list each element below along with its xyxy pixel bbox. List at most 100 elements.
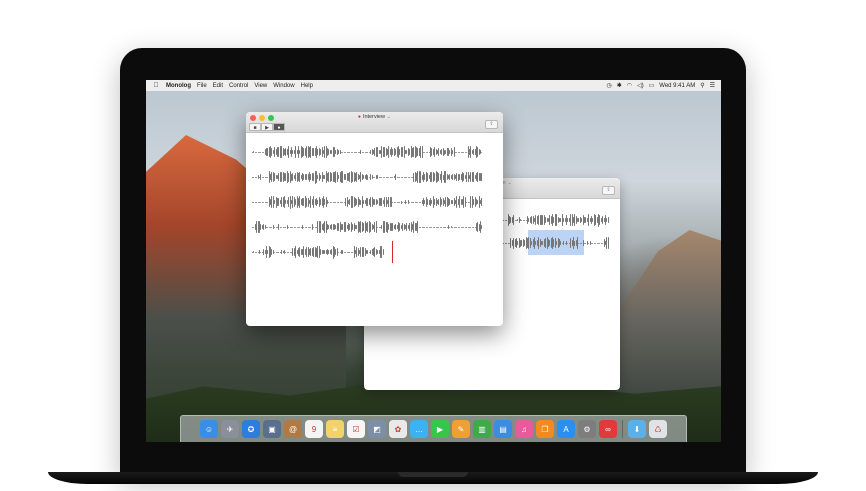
dock-pages-icon[interactable]: ✎ [452,420,470,438]
waveform-bar [320,198,322,206]
waveform-row[interactable] [502,236,614,250]
waveform-bar [352,195,354,209]
waveform-bar [352,224,354,230]
desktop-screen:  Monolog File Edit Control View Window … [146,80,721,442]
waveform-row[interactable] [502,213,614,227]
waveform-bar [352,251,354,253]
search-icon[interactable]: ⚲ [700,82,704,89]
waveform-bar [513,237,515,249]
list-icon[interactable]: ☰ [710,82,715,89]
dock-finder-icon[interactable]: ☺ [200,420,218,438]
time-machine-icon[interactable]: ◷ [606,82,611,89]
recording-dot-icon: ● [357,114,361,120]
dock-monolog-icon[interactable]: ∞ [599,420,617,438]
waveform-row[interactable] [252,245,390,259]
waveform-bar [441,226,443,228]
waveform-bar [384,220,386,234]
wifi-icon[interactable]: ◠ [627,82,632,89]
waveform-bar [513,215,515,225]
waveform-bar [384,176,386,178]
apple-logo-icon[interactable]:  [152,82,160,89]
dock-system-preferences-icon[interactable]: ⚙ [578,420,596,438]
interview-window[interactable]: ● Interview ⌄ ■ ▶ ● ⇪ [246,112,503,326]
waveform-bar [384,197,386,207]
waveform-bar [473,198,475,206]
waveform-bar [441,199,443,205]
dock-separator [622,420,623,438]
menu-clock[interactable]: Wed 9:41 AM [659,83,695,89]
dock-facetime-icon[interactable]: ▶ [431,420,449,438]
waveform-bar [295,198,297,206]
waveform-bar [263,176,265,178]
menu-item-window[interactable]: Window [273,83,294,89]
waveform-bar [602,215,604,225]
share-icon[interactable]: ⇪ [485,120,498,129]
waveform-bar [295,172,297,182]
waveform-bar [263,249,265,255]
waveform-bar [409,149,411,155]
dock-preview-icon[interactable]: ◩ [368,420,386,438]
menu-app-name[interactable]: Monolog [166,83,191,89]
dock-downloads-icon[interactable]: ⬇ [628,420,646,438]
dock-numbers-icon[interactable]: ▥ [473,420,491,438]
waveform-bar [352,172,354,182]
dock-reminders-icon[interactable]: ☑ [347,420,365,438]
share-icon[interactable]: ⇪ [602,186,615,195]
waveform-bar [295,246,297,258]
waveform-bar [320,149,322,155]
waveform-bar [441,148,443,156]
dock-messages-icon[interactable]: … [410,420,428,438]
waveform-bar [295,146,297,158]
menu-item-file[interactable]: File [197,83,207,89]
dock-keynote-icon[interactable]: ▤ [494,420,512,438]
waveform-row[interactable] [252,145,494,159]
dock-calendar-icon[interactable]: 9 [305,420,323,438]
window-title: ● Interview ⌄ [357,114,392,120]
menu-extras: ◷ ✱ ◠ ◁) ▭ Wed 9:41 AM ⚲ ☰ [606,82,715,90]
dock-trash-icon[interactable]: ♺ [649,420,667,438]
dock-launchpad-icon[interactable]: ✈ [221,420,239,438]
waveform-bar [607,237,609,249]
record-button[interactable]: ● [273,123,285,131]
stop-button[interactable]: ■ [249,123,261,131]
waveform-bar [320,221,322,233]
waveform-bar [570,213,572,227]
dock-itunes-icon[interactable]: ♫ [515,420,533,438]
waveform-bar [320,175,322,179]
waveform-bar [473,172,475,182]
playhead-cursor[interactable] [392,241,393,263]
dock-ibooks-icon[interactable]: ❐ [536,420,554,438]
menu-item-edit[interactable]: Edit [213,83,223,89]
waveform-bar [545,216,547,224]
waveform-bar [481,172,483,182]
bluetooth-icon[interactable]: ✱ [617,82,622,89]
battery-icon[interactable]: ▭ [649,82,655,89]
waveform-bar [409,222,411,232]
waveform-bar [481,151,483,153]
laptop-notch [398,472,468,477]
dock-safari-icon[interactable]: ✪ [242,420,260,438]
waveform-bar [473,226,475,228]
volume-icon[interactable]: ◁) [637,82,644,89]
window-titlebar[interactable]: ● Interview ⌄ ■ ▶ ● ⇪ [246,112,503,133]
dock-notes-icon[interactable]: ≡ [326,420,344,438]
dock: ☺ ✈ ✪ ▣ @9 ≡ ☑ ◩ ✿… ▶ ✎ ▥ ▤ ♫ ❐ A ⚙ ∞ ⬇ ♺ [180,415,687,442]
menu-bar:  Monolog File Edit Control View Window … [146,80,721,91]
menu-item-control[interactable]: Control [229,83,248,89]
dock-contacts-icon[interactable]: @ [284,420,302,438]
dock-photo-booth-icon[interactable]: ▣ [263,420,281,438]
waveform-bar [263,201,265,203]
waveform-row[interactable] [252,220,494,234]
dock-app-store-icon[interactable]: A [557,420,575,438]
waveform-bar [320,248,322,256]
waveform-bar [607,217,609,223]
play-button[interactable]: ▶ [261,123,273,131]
waveform-bar [441,171,443,183]
waveform-row[interactable] [252,170,494,184]
menu-item-help[interactable]: Help [301,83,313,89]
dock-photos-icon[interactable]: ✿ [389,420,407,438]
waveform-bar [295,226,297,228]
menu-item-view[interactable]: View [254,83,267,89]
waveform-bar [570,237,572,249]
waveform-row[interactable] [252,195,494,209]
